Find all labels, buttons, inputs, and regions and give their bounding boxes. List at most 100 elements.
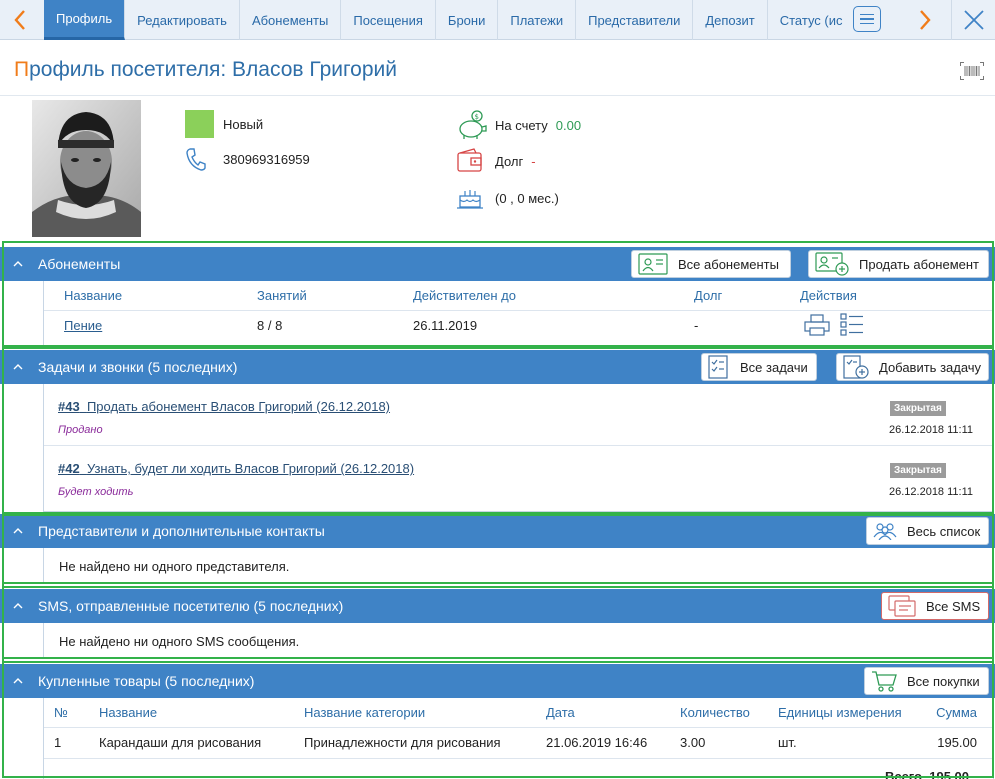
visitor-age: (0 , 0 мес.)	[456, 186, 559, 210]
task-number: #43	[58, 399, 80, 414]
subscriptions-header[interactable]: Абонементы Все абонементы Продать абонем…	[0, 247, 995, 281]
task-date: 26.12.2018 11:11	[889, 486, 974, 498]
all-representatives-label: Весь список	[907, 523, 981, 539]
tab-status[interactable]: Статус (ис	[768, 0, 854, 40]
subscription-name-link[interactable]: Пение	[64, 318, 102, 333]
checklist-icon[interactable]	[840, 313, 864, 337]
tabs-scroll-left-button[interactable]	[0, 0, 40, 40]
visitor-balance: $ На счету 0.00	[456, 110, 581, 140]
visitor-age-text: (0 , 0 мес.)	[495, 190, 559, 206]
add-task-label: Добавить задачу	[879, 359, 982, 375]
add-task-button[interactable]: Добавить задачу	[836, 353, 989, 381]
representatives-body: Не найдено ни одного представителя.	[43, 548, 994, 584]
close-button[interactable]	[951, 0, 995, 40]
goods-row-quantity: 3.00	[680, 735, 706, 750]
all-subscriptions-label: Все абонементы	[678, 256, 779, 272]
representatives-header[interactable]: Представители и дополнительные контакты …	[0, 514, 995, 548]
goods-row-number: 1	[54, 735, 62, 750]
visitor-phone: 380969316959	[185, 147, 310, 171]
wallet-icon	[457, 148, 482, 172]
chevron-up-icon[interactable]	[12, 600, 24, 612]
chevron-up-icon[interactable]	[12, 258, 24, 270]
col-unit: Единицы измерения	[778, 698, 928, 728]
piggy-bank-icon: $	[459, 110, 487, 139]
tasks-body: #43 Продать абонемент Власов Григорий (2…	[43, 384, 994, 512]
sell-subscription-label: Продать абонемент	[859, 256, 980, 272]
subscription-valid-until: 26.11.2019	[413, 318, 478, 334]
total-value: 195.00	[929, 769, 969, 779]
sms-section: SMS, отправленные посетителю (5 последни…	[0, 589, 995, 659]
tab-payments[interactable]: Платежи	[498, 0, 577, 40]
representatives-empty-message: Не найдено ни одного представителя.	[59, 559, 290, 574]
goods-row-category: Принадлежности для рисования	[304, 735, 501, 750]
goods-body: № Название Название категории Дата Колич…	[43, 698, 994, 779]
goods-title: Купленные товары (5 последних)	[38, 673, 255, 689]
tabs-scroll-right-button[interactable]	[905, 0, 945, 40]
birthday-cake-icon	[457, 190, 483, 209]
shopping-cart-icon	[872, 671, 897, 692]
all-purchases-button[interactable]: Все покупки	[864, 667, 989, 695]
chevron-up-icon[interactable]	[12, 525, 24, 537]
tab-representatives[interactable]: Представители	[576, 0, 694, 40]
visitor-debt: Долг -	[456, 148, 536, 174]
page-title-first-letter: П	[14, 58, 30, 81]
status-color-square	[185, 110, 214, 138]
tab-deposit[interactable]: Депозит	[693, 0, 768, 40]
subscriptions-table: Название Занятий Действителен до Долг Де…	[44, 281, 993, 341]
debt-value: -	[531, 153, 536, 169]
table-header-row: Название Занятий Действителен до Долг Де…	[44, 281, 993, 311]
tab-bookings[interactable]: Брони	[436, 0, 499, 40]
sms-title: SMS, отправленные посетителю (5 последни…	[38, 598, 344, 614]
chevron-right-icon	[920, 10, 931, 30]
list-item: #43 Продать абонемент Власов Григорий (2…	[44, 384, 993, 446]
chevron-up-icon[interactable]	[12, 361, 24, 373]
task-link[interactable]: #42 Узнать, будет ли ходить Власов Григо…	[58, 461, 414, 476]
balance-label: На счету	[495, 117, 548, 133]
menu-line	[860, 22, 874, 25]
phone-icon	[186, 148, 206, 171]
task-date: 26.12.2018 11:11	[889, 424, 974, 436]
task-link[interactable]: #43 Продать абонемент Власов Григорий (2…	[58, 399, 390, 414]
all-sms-button[interactable]: Все SMS	[881, 592, 989, 620]
task-text: Узнать, будет ли ходить Власов Григорий …	[86, 461, 415, 476]
chevron-left-icon	[14, 10, 25, 30]
table-header-row: № Название Название категории Дата Колич…	[44, 698, 993, 728]
goods-total-row: Всего 195.00	[44, 758, 993, 779]
sms-header[interactable]: SMS, отправленные посетителю (5 последни…	[0, 589, 995, 623]
tab-profile[interactable]: Профиль	[44, 0, 126, 40]
sms-body: Не найдено ни одного SMS сообщения.	[43, 623, 994, 659]
tab-visits[interactable]: Посещения	[341, 0, 436, 40]
all-sms-label: Все SMS	[926, 598, 981, 614]
all-tasks-label: Все задачи	[740, 359, 808, 375]
visitor-photo[interactable]	[18, 100, 155, 237]
col-category: Название категории	[304, 698, 546, 728]
goods-header[interactable]: Купленные товары (5 последних) Все покуп…	[0, 664, 995, 698]
sell-subscription-button[interactable]: Продать абонемент	[808, 250, 989, 278]
status-badge: Закрытая	[890, 463, 946, 478]
subscriptions-title: Абонементы	[38, 256, 121, 272]
chevron-up-icon[interactable]	[12, 675, 24, 687]
goods-row-date: 21.06.2019 16:46	[546, 735, 648, 750]
tabs-menu-button[interactable]	[853, 6, 881, 32]
top-tab-bar: Профиль Редактировать Абонементы Посещен…	[0, 0, 995, 40]
task-note: Будет ходить	[58, 486, 134, 498]
tab-subscriptions[interactable]: Абонементы	[240, 0, 342, 40]
tab-edit[interactable]: Редактировать	[125, 0, 240, 40]
all-representatives-button[interactable]: Весь список	[866, 517, 989, 545]
title-divider	[0, 95, 995, 96]
users-group-icon	[873, 523, 897, 540]
visitor-status: Новый	[185, 110, 263, 138]
subscription-lessons: 8 / 8	[257, 318, 283, 334]
col-valid-until: Действителен до	[413, 281, 694, 311]
table-row: Пение 8 / 8 26.11.2019 -	[44, 310, 993, 341]
tasks-header[interactable]: Задачи и звонки (5 последних) Все задачи…	[0, 350, 995, 384]
representatives-title: Представители и дополнительные контакты	[38, 523, 325, 539]
subscription-debt: -	[694, 318, 699, 334]
all-tasks-button[interactable]: Все задачи	[701, 353, 817, 381]
col-debt: Долг	[694, 281, 800, 311]
goods-table: № Название Название категории Дата Колич…	[44, 698, 993, 779]
goods-row-name: Карандаши для рисования	[99, 735, 262, 750]
print-icon[interactable]	[804, 314, 830, 336]
all-subscriptions-button[interactable]: Все абонементы	[631, 250, 791, 278]
barcode-icon[interactable]	[960, 62, 984, 83]
